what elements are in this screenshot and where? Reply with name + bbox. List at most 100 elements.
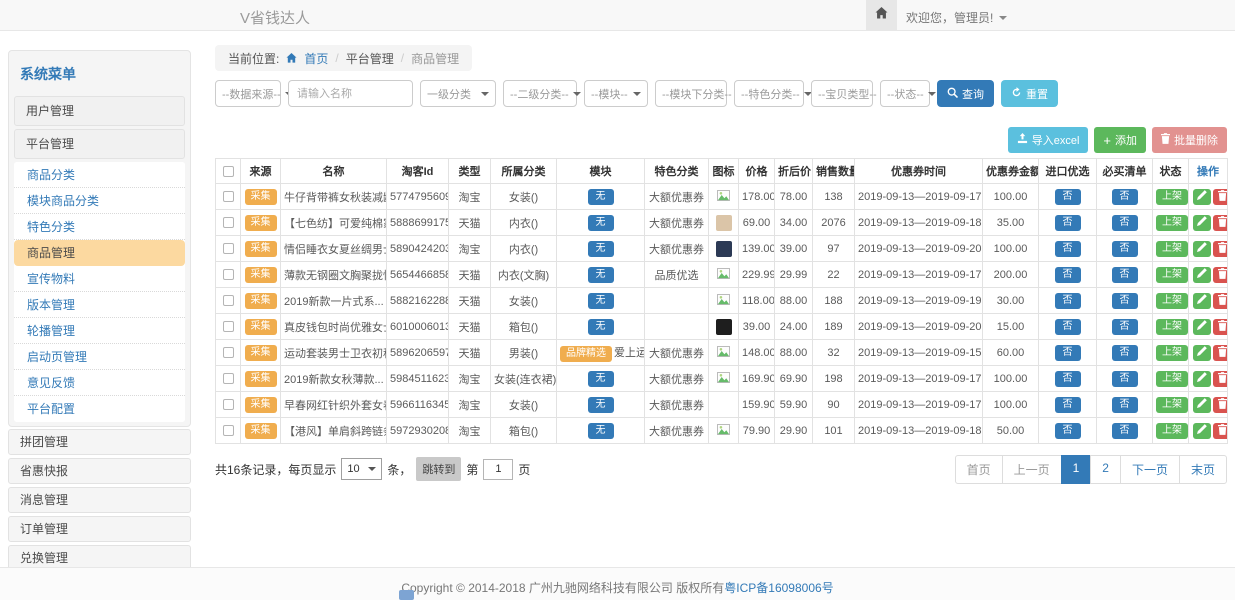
page-number-input[interactable]: [483, 459, 513, 480]
sidebar-item[interactable]: 商品分类: [14, 162, 185, 188]
status-badge[interactable]: 上架: [1156, 397, 1188, 413]
status-badge[interactable]: 上架: [1156, 319, 1188, 335]
icp-link[interactable]: 粤ICP备16098006号: [724, 581, 833, 595]
edit-button[interactable]: [1193, 319, 1211, 335]
filter-status[interactable]: --状态--: [880, 80, 930, 107]
filter-data-source[interactable]: --数据来源--: [215, 80, 281, 107]
status-badge[interactable]: 上架: [1156, 345, 1188, 361]
pager-page-1[interactable]: 1: [1061, 455, 1092, 484]
breadcrumb-item[interactable]: 平台管理: [346, 50, 394, 67]
row-checkbox[interactable]: [223, 347, 234, 358]
delete-button[interactable]: [1213, 293, 1228, 309]
edit-button[interactable]: [1193, 423, 1211, 439]
status-badge[interactable]: 上架: [1156, 293, 1188, 309]
delete-button[interactable]: [1213, 215, 1228, 231]
row-checkbox[interactable]: [223, 269, 234, 280]
home-button[interactable]: [866, 0, 897, 30]
imported-toggle[interactable]: 否: [1055, 423, 1081, 439]
imported-toggle[interactable]: 否: [1055, 371, 1081, 387]
sidebar-group-2[interactable]: 平台管理: [14, 129, 185, 159]
filter-module[interactable]: --模块--: [584, 80, 648, 107]
sidebar-item[interactable]: 启动页管理: [14, 344, 185, 370]
delete-button[interactable]: [1213, 241, 1228, 257]
name-search-input[interactable]: [288, 80, 413, 107]
imported-toggle[interactable]: 否: [1055, 319, 1081, 335]
row-checkbox[interactable]: [223, 217, 234, 228]
delete-button[interactable]: [1213, 189, 1228, 205]
status-badge[interactable]: 上架: [1156, 267, 1188, 283]
delete-button[interactable]: [1213, 267, 1228, 283]
delete-button[interactable]: [1213, 319, 1228, 335]
delete-button[interactable]: [1213, 397, 1228, 413]
edit-button[interactable]: [1193, 397, 1211, 413]
filter-level2-category[interactable]: --二级分类--: [503, 80, 577, 107]
must-buy-toggle[interactable]: 否: [1112, 423, 1138, 439]
sidebar-group-6[interactable]: 订单管理: [8, 516, 191, 542]
sidebar-item[interactable]: 宣传物料: [14, 266, 185, 292]
row-checkbox[interactable]: [223, 399, 234, 410]
pager-last[interactable]: 末页: [1179, 455, 1227, 484]
add-button[interactable]: + 添加: [1094, 127, 1146, 153]
sidebar-item[interactable]: 轮播管理: [14, 318, 185, 344]
status-badge[interactable]: 上架: [1156, 215, 1188, 231]
delete-button[interactable]: [1213, 345, 1228, 361]
must-buy-toggle[interactable]: 否: [1112, 319, 1138, 335]
edit-button[interactable]: [1193, 371, 1211, 387]
filter-feature-category[interactable]: --特色分类--: [734, 80, 804, 107]
row-checkbox[interactable]: [223, 373, 234, 384]
pager-first[interactable]: 首页: [955, 455, 1003, 484]
edit-button[interactable]: [1193, 189, 1211, 205]
reset-button[interactable]: 重置: [1001, 80, 1058, 107]
filter-level1-category[interactable]: 一级分类: [420, 80, 496, 107]
imported-toggle[interactable]: 否: [1055, 189, 1081, 205]
sidebar-group-3[interactable]: 拼团管理: [8, 429, 191, 455]
sidebar-group-5[interactable]: 消息管理: [8, 487, 191, 513]
filter-module-subcategory[interactable]: --模块下分类--: [655, 80, 727, 107]
filter-item-type[interactable]: --宝贝类型--: [811, 80, 873, 107]
must-buy-toggle[interactable]: 否: [1112, 241, 1138, 257]
imported-toggle[interactable]: 否: [1055, 397, 1081, 413]
imported-toggle[interactable]: 否: [1055, 267, 1081, 283]
pager-next[interactable]: 下一页: [1120, 455, 1180, 484]
delete-button[interactable]: [1213, 371, 1228, 387]
must-buy-toggle[interactable]: 否: [1112, 293, 1138, 309]
must-buy-toggle[interactable]: 否: [1112, 215, 1138, 231]
select-all-checkbox[interactable]: [223, 166, 234, 177]
must-buy-toggle[interactable]: 否: [1112, 371, 1138, 387]
sidebar-item[interactable]: 特色分类: [14, 214, 185, 240]
jump-button[interactable]: 跳转到: [416, 457, 461, 481]
user-menu[interactable]: 欢迎您，管理员!: [906, 9, 1007, 26]
status-badge[interactable]: 上架: [1156, 241, 1188, 257]
imported-toggle[interactable]: 否: [1055, 215, 1081, 231]
pager-prev[interactable]: 上一页: [1002, 455, 1062, 484]
sidebar-group-1[interactable]: 用户管理: [14, 96, 185, 126]
edit-button[interactable]: [1193, 293, 1211, 309]
row-checkbox[interactable]: [223, 243, 234, 254]
row-checkbox[interactable]: [223, 321, 234, 332]
breadcrumb-home-link[interactable]: 首页: [304, 50, 328, 67]
must-buy-toggle[interactable]: 否: [1112, 345, 1138, 361]
edit-button[interactable]: [1193, 267, 1211, 283]
status-badge[interactable]: 上架: [1156, 371, 1188, 387]
row-checkbox[interactable]: [223, 295, 234, 306]
imported-toggle[interactable]: 否: [1055, 345, 1081, 361]
imported-toggle[interactable]: 否: [1055, 241, 1081, 257]
must-buy-toggle[interactable]: 否: [1112, 397, 1138, 413]
sidebar-group-4[interactable]: 省惠快报: [8, 458, 191, 484]
imported-toggle[interactable]: 否: [1055, 293, 1081, 309]
sidebar-item[interactable]: 意见反馈: [14, 370, 185, 396]
pager-page-2[interactable]: 2: [1090, 455, 1121, 484]
status-badge[interactable]: 上架: [1156, 423, 1188, 439]
delete-button[interactable]: [1213, 423, 1228, 439]
edit-button[interactable]: [1193, 345, 1211, 361]
import-excel-button[interactable]: 导入excel: [1008, 127, 1089, 153]
row-checkbox[interactable]: [223, 191, 234, 202]
must-buy-toggle[interactable]: 否: [1112, 189, 1138, 205]
must-buy-toggle[interactable]: 否: [1112, 267, 1138, 283]
sidebar-item[interactable]: 版本管理: [14, 292, 185, 318]
sidebar-item[interactable]: 模块商品分类: [14, 188, 185, 214]
query-button[interactable]: 查询: [937, 80, 994, 107]
sidebar-item[interactable]: 商品管理: [14, 240, 185, 266]
edit-button[interactable]: [1193, 241, 1211, 257]
status-badge[interactable]: 上架: [1156, 189, 1188, 205]
